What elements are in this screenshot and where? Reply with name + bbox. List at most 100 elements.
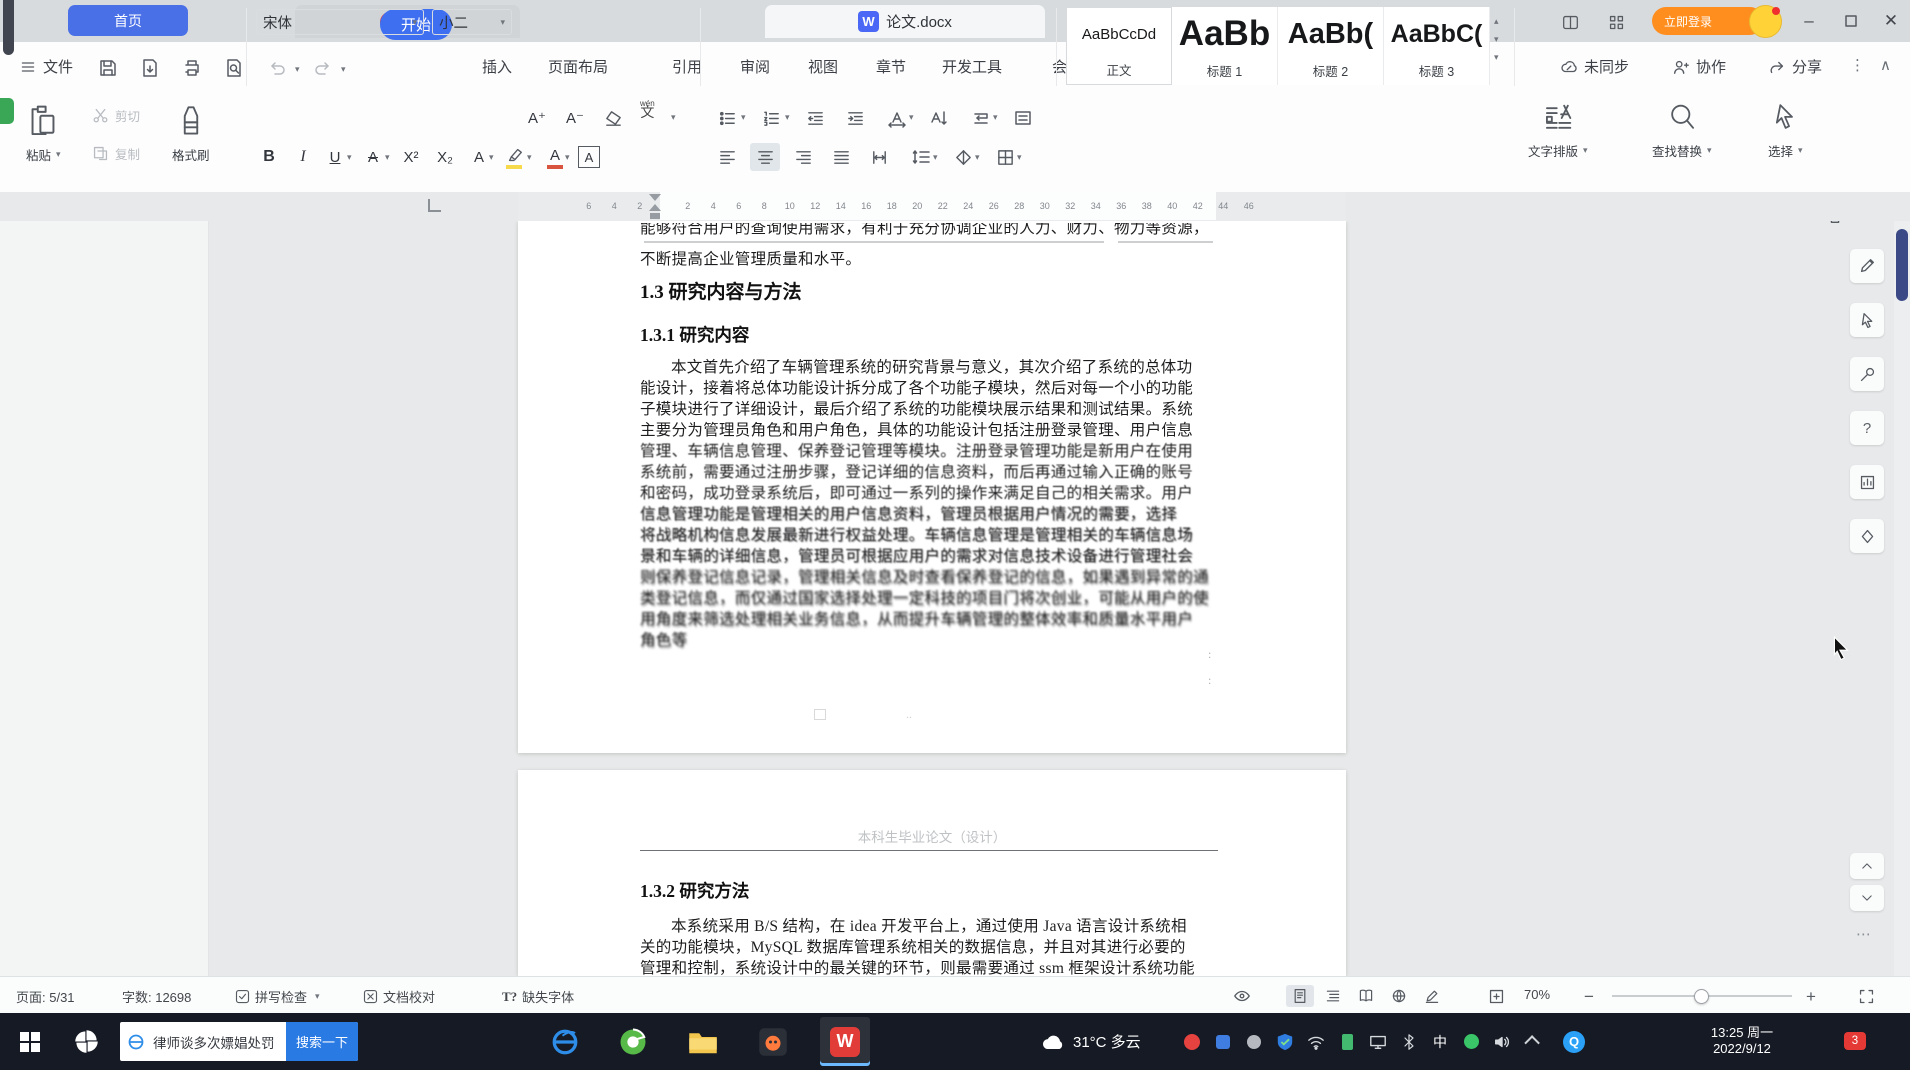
tab-home[interactable]: 首页 [68,5,188,36]
document-area[interactable]: 能够符合用户的查询使用需求，有利于充分协调企业的人力、财力、物力等资源， 不断提… [0,221,1910,976]
tray-gray-icon[interactable] [1240,1013,1268,1070]
document-page-1[interactable]: 能够符合用户的查询使用需求，有利于充分协调企业的人力、财力、物力等资源， 不断提… [518,221,1346,753]
shrink-font-button[interactable]: A⁻ [560,104,590,132]
style-normal[interactable]: AaBbCcDd 正文 [1066,7,1172,85]
undo-dropdown-icon[interactable]: ▾ [295,64,300,75]
more-options-icon[interactable]: ⋮ [1850,56,1865,74]
font-name-select[interactable]: 宋体 ▾ [256,9,424,35]
align-right-button[interactable] [788,143,818,171]
font-size-select[interactable]: 小二 ▾ [432,9,512,35]
print-icon[interactable] [182,58,202,78]
rail-more-icon[interactable]: ⋯ [1856,925,1871,943]
shading-button[interactable] [948,143,978,171]
rail-edit-pen-icon[interactable] [1850,249,1884,283]
collaborate-button[interactable]: 协作 [1672,56,1726,77]
styles-scroll-controls[interactable]: ▴ ▾ ▾ [1494,12,1499,66]
document-page-2[interactable]: 本科生毕业论文（设计） 1.3.2 研究方法 本系统采用 B/S 结构，在 id… [518,770,1346,976]
spell-check-toggle[interactable]: 拼写检查 ▾ [235,987,320,1006]
page-up-icon[interactable] [1850,853,1884,879]
zoom-in-button[interactable]: + [1806,987,1816,1007]
horizontal-ruler[interactable]: 642 2 4 6 8 10 12 14 16 18 20 22 24 26 28 30 32 34 36 38 40… [0,192,1910,222]
vertical-scrollbar[interactable] [1894,221,1910,976]
hanging-indent-marker[interactable] [649,204,661,211]
tray-ime-indicator[interactable]: 中 [1426,1013,1454,1070]
zoom-slider-knob[interactable] [1694,989,1709,1004]
weather-widget[interactable]: 31°C 多云 [1040,1013,1141,1070]
menu-item-section[interactable]: 章节 [876,56,906,77]
eye-protect-icon[interactable] [1228,985,1256,1007]
sort-button[interactable] [924,104,954,132]
quick-print-icon[interactable] [1826,221,1844,225]
tray-battery-icon[interactable] [1333,1013,1361,1070]
start-button[interactable] [8,1013,52,1070]
subscript-button[interactable]: X₂ [430,143,460,171]
zoom-level[interactable]: 70% [1524,987,1550,1002]
copy-button[interactable]: 复制 [92,144,140,163]
rail-select-cursor-icon[interactable] [1850,303,1884,337]
sync-status[interactable]: 未同步 [1560,56,1629,77]
tray-bluetooth-icon[interactable] [1395,1013,1423,1070]
page-indicator[interactable]: 页面: 5/31 [16,987,75,1006]
split-screen-icon[interactable] [1558,10,1582,34]
menu-item-review[interactable]: 审阅 [740,56,770,77]
word-count[interactable]: 字数: 12698 [122,987,191,1006]
taskbar-clock[interactable]: 13:25 周一 2022/9/12 [1694,1025,1790,1057]
numbered-list-button[interactable] [756,104,786,132]
superscript-button[interactable]: X² [396,143,426,171]
bold-button[interactable]: B [254,143,284,171]
tray-display-icon[interactable] [1364,1013,1392,1070]
rail-location-icon[interactable] [1850,519,1884,553]
page-down-icon[interactable] [1850,885,1884,911]
tray-expand-icon[interactable] [1519,1013,1547,1070]
align-left-button[interactable] [712,143,742,171]
paste-button[interactable]: 粘贴 ▾ [26,104,61,164]
style-heading1[interactable]: AaBb 标题 1 [1172,7,1278,85]
rail-chart-icon[interactable] [1850,465,1884,499]
underline-button[interactable]: U [320,143,350,171]
file-menu[interactable]: 文件 [20,56,73,77]
ie-app[interactable] [540,1017,590,1066]
book-view-icon[interactable] [1352,985,1380,1007]
wps-app-active[interactable]: W [820,1017,870,1066]
scrollbar-thumb[interactable] [1896,229,1908,301]
rail-help-icon[interactable]: ? [1850,411,1884,445]
export-pdf-icon[interactable] [140,58,160,78]
undo-icon[interactable] [268,58,288,78]
taskbar-search-box[interactable]: 律师谈多次嫖娼处罚 搜索一下 [120,1022,358,1061]
wrap-marks-button[interactable] [966,104,996,132]
save-icon[interactable] [98,58,118,78]
strikethrough-button[interactable]: A [358,143,388,171]
tray-blue-chip-icon[interactable] [1209,1013,1237,1070]
file-explorer-app[interactable] [678,1017,728,1066]
bullet-list-button[interactable] [712,104,742,132]
menu-item-layout[interactable]: 页面布局 [548,56,608,77]
tray-q-search-icon[interactable]: Q [1560,1013,1588,1070]
app-grid-icon[interactable] [1604,10,1628,34]
fullscreen-icon[interactable] [1852,985,1880,1007]
page-view-icon[interactable] [1286,985,1314,1007]
select-tool-button[interactable]: 选择 ▾ [1768,102,1803,160]
para-layout-button[interactable] [1008,104,1038,132]
char-scaling-button[interactable] [882,104,912,132]
char-border-button[interactable]: A [578,146,600,168]
taskbar-search-button[interactable]: 搜索一下 [286,1022,358,1061]
dark-app[interactable] [748,1017,798,1066]
find-replace-button[interactable]: 查找替换 ▾ [1652,102,1712,160]
share-button[interactable]: 分享 [1768,56,1822,77]
pinyin-guide-button[interactable]: wén 文 [640,100,655,120]
line-spacing-button[interactable] [906,143,936,171]
rail-pin-icon[interactable] [1850,357,1884,391]
outline-view-icon[interactable] [1319,985,1347,1007]
tab-selector[interactable] [428,199,441,212]
format-painter-button[interactable]: 格式刷 [172,104,210,164]
first-line-indent-marker[interactable] [649,194,661,201]
distribute-button[interactable] [864,143,894,171]
fit-page-icon[interactable] [1482,985,1510,1007]
tray-shield-icon[interactable] [1271,1013,1299,1070]
notification-badge[interactable]: 3 [1844,1032,1866,1050]
tab-document[interactable]: W 论文.docx [765,5,1045,38]
redo-dropdown-icon[interactable]: ▾ [341,64,346,75]
ink-pen-icon[interactable] [1418,985,1446,1007]
tray-green-dot-icon[interactable] [1457,1013,1485,1070]
style-heading3[interactable]: AaBbC( 标题 3 [1384,7,1490,85]
